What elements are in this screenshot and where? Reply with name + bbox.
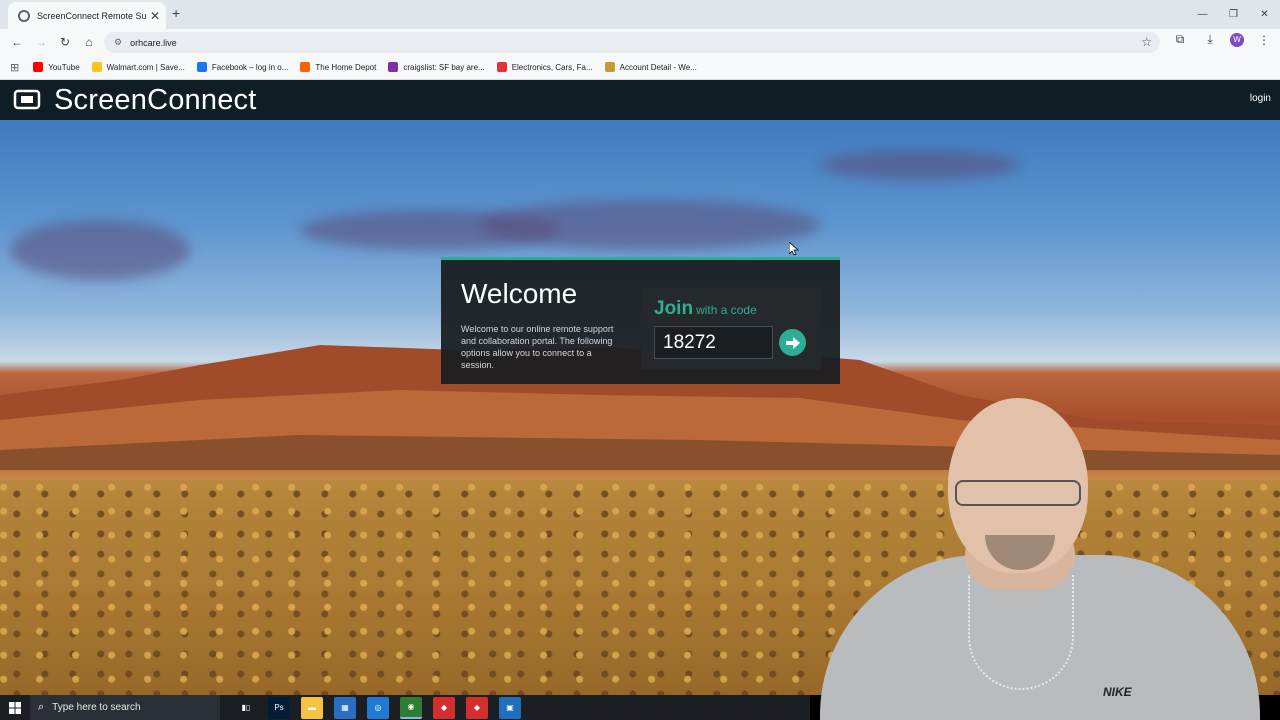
photoshop-icon[interactable]: Ps	[268, 696, 290, 719]
welcome-title: Welcome	[461, 278, 578, 309]
search-placeholder: Type here to search	[52, 702, 141, 713]
screenconnect-logo-icon	[13, 89, 41, 110]
window-controls: — ❐ ✕	[1187, 0, 1280, 29]
screenconnect-favicon-icon	[18, 9, 30, 22]
url-text: orhcare.live	[130, 37, 177, 48]
browser-toolbar: ← → ↻ ⌂ ⚙ orhcare.live ☆ ⧉ ⤓ W ⋮	[0, 29, 1280, 55]
craigslist-icon	[388, 62, 399, 72]
taskbar-apps: ▮▯ Ps ▬ ▦ ◎ ◉ ◆ ◆ ▣	[235, 696, 521, 719]
youtube-icon	[33, 62, 44, 72]
file-explorer-icon[interactable]: ▬	[301, 696, 323, 719]
home-icon[interactable]: ⌂	[77, 30, 101, 54]
facebook-icon	[196, 62, 207, 72]
brand-name: ScreenConnect	[54, 84, 257, 116]
reload-icon[interactable]: ↻	[53, 30, 77, 54]
join-word: Join	[654, 298, 694, 319]
bookmark-ebay[interactable]: Electronics, Cars, Fa...	[496, 62, 593, 72]
site-header: ScreenConnect login	[0, 80, 1280, 120]
search-icon: ⌕	[38, 701, 45, 713]
taskbar-search-box[interactable]: ⌕ Type here to search	[30, 695, 220, 720]
bookmark-home-depot[interactable]: The Home Depot	[300, 62, 376, 72]
ebay-icon	[496, 62, 507, 72]
task-view-icon[interactable]: ▮▯	[235, 696, 257, 719]
bookmark-youtube[interactable]: YouTube	[33, 62, 80, 72]
home-depot-icon	[300, 62, 311, 72]
anydesk-2-icon[interactable]: ◆	[466, 696, 488, 719]
bookmark-account-detail[interactable]: Account Detail - We...	[604, 62, 697, 72]
toolbar-right: ⧉ ⤓ W ⋮	[1170, 32, 1274, 47]
bookmarks-bar: ⊞ YouTube Walmart.com | Save... Facebook…	[0, 55, 1280, 80]
site-info-icon[interactable]: ⚙	[114, 37, 122, 48]
welcome-description: Welcome to our online remote support and…	[461, 324, 614, 370]
tab-close-icon[interactable]: ✕	[150, 9, 160, 23]
google-icon	[604, 62, 615, 72]
nike-logo: NIKE	[1103, 685, 1132, 699]
walmart-icon	[91, 62, 102, 72]
windows-logo-icon	[9, 701, 21, 714]
browser-tab[interactable]: ScreenConnect Remote Suppor ✕	[8, 2, 166, 29]
forward-arrow-icon[interactable]: →	[29, 30, 53, 54]
edge-icon[interactable]: ◎	[367, 696, 389, 719]
webcam-overlay: NIKE	[800, 380, 1280, 720]
menu-kebab-icon[interactable]: ⋮	[1254, 33, 1274, 47]
address-bar[interactable]: ⚙ orhcare.live ☆	[104, 32, 1160, 53]
join-submit-button[interactable]	[779, 329, 806, 356]
anydesk-1-icon[interactable]: ◆	[433, 696, 455, 719]
join-subtitle: with a code	[696, 303, 757, 317]
browser-tab-strip: ScreenConnect Remote Suppor ✕ + — ❐ ✕	[0, 0, 1280, 29]
back-arrow-icon[interactable]: ←	[5, 30, 29, 54]
bookmark-star-icon[interactable]: ☆	[1141, 35, 1152, 49]
close-window-icon[interactable]: ✕	[1249, 0, 1280, 29]
chrome-icon[interactable]: ◉	[400, 696, 422, 719]
windows-taskbar: ⌕ Type here to search ▮▯ Ps ▬ ▦ ◎ ◉ ◆ ◆ ▣	[0, 695, 810, 720]
join-with-code-box: Join with a code	[641, 288, 821, 370]
login-link[interactable]: login	[1250, 93, 1271, 104]
arrow-right-icon	[785, 336, 800, 349]
start-button[interactable]	[0, 695, 30, 720]
new-tab-icon[interactable]: +	[172, 5, 180, 21]
apps-grid-icon[interactable]: ⊞	[10, 61, 19, 74]
bookmark-facebook[interactable]: Facebook – log in o...	[196, 62, 288, 72]
session-code-input[interactable]	[654, 326, 773, 359]
bookmark-walmart[interactable]: Walmart.com | Save...	[91, 62, 185, 72]
welcome-panel: Welcome Welcome to our online remote sup…	[441, 257, 840, 384]
store-icon[interactable]: ▦	[334, 696, 356, 719]
join-heading: Join with a code	[654, 298, 757, 320]
mouse-cursor-icon	[789, 242, 799, 256]
download-icon[interactable]: ⤓	[1200, 32, 1220, 47]
bookmark-craigslist[interactable]: craigslist: SF bay are...	[388, 62, 485, 72]
tab-title: ScreenConnect Remote Suppor	[37, 10, 146, 21]
extensions-icon[interactable]: ⧉	[1170, 32, 1190, 47]
minimize-icon[interactable]: —	[1187, 0, 1218, 29]
restore-icon[interactable]: ❐	[1218, 0, 1249, 29]
profile-avatar[interactable]: W	[1230, 32, 1244, 47]
screenconnect-app-icon[interactable]: ▣	[499, 696, 521, 719]
